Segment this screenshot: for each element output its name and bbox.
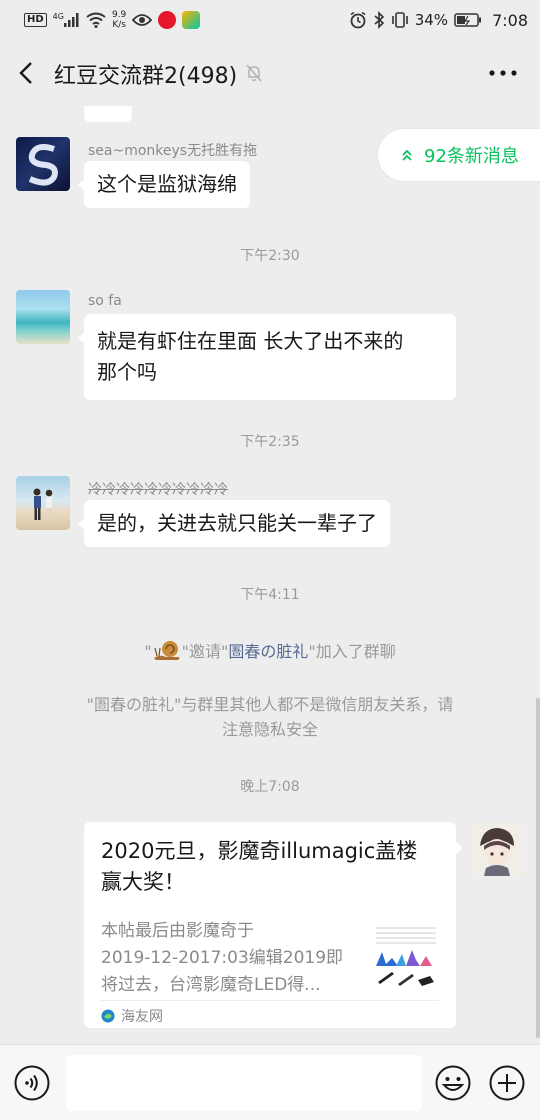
source-name: 海友网 xyxy=(121,1009,163,1025)
chat-area[interactable]: sea~monkeys无托胜有拖 这个是监狱海绵 92条新消息 下午2:30 s… xyxy=(0,106,540,1044)
status-left: HD 4G 9.9 K/s xyxy=(24,0,201,40)
plus-icon[interactable] xyxy=(489,1065,525,1101)
chat-scrollbar[interactable] xyxy=(536,698,540,1038)
avatar[interactable] xyxy=(16,290,70,344)
new-messages-button[interactable]: 92条新消息 xyxy=(377,128,540,182)
link-card-divider xyxy=(101,1000,439,1001)
network-speed: 9.9 K/s xyxy=(112,10,126,30)
speed-unit: K/s xyxy=(112,20,126,30)
double-chevron-up-icon xyxy=(402,149,412,161)
clock: 7:08 xyxy=(492,10,528,30)
timestamp: 下午2:30 xyxy=(240,248,300,264)
desc-line: 将过去，台湾影魔奇LED得... xyxy=(101,975,321,995)
message-line: 就是有虾住在里面 长大了出不来的 xyxy=(97,329,404,353)
link-card-title: 2020元旦，影魔奇illumagic盖楼 赢大奖！ xyxy=(101,836,441,898)
message-bubble[interactable]: 这个是监狱海绵 xyxy=(78,161,250,208)
system-text: 注意隐私安全 xyxy=(221,720,318,739)
wifi-icon xyxy=(86,12,106,28)
voice-icon[interactable] xyxy=(14,1065,50,1101)
system-text: "邀请" xyxy=(181,642,229,661)
desc-line: 2019-12-2017:03编辑2019即 xyxy=(101,948,344,968)
status-right: 34% 7:08 xyxy=(349,0,528,40)
sender-nickname: sea~monkeys无托胜有拖 xyxy=(88,143,258,159)
battery-icon xyxy=(454,13,482,27)
message-input[interactable] xyxy=(66,1055,422,1111)
chevron-left-icon[interactable] xyxy=(12,58,42,88)
network-type: 4G xyxy=(52,11,64,21)
hd-badge: HD xyxy=(24,13,47,27)
message-bubble[interactable]: 就是有虾住在里面 长大了出不来的 那个吗 xyxy=(78,314,456,400)
system-message-invite: " "邀请"圄春の脏礼"加入了群聊 xyxy=(40,636,500,664)
message-bubble[interactable]: 是的，关进去就只能关一辈子了 xyxy=(78,500,390,547)
partial-message-bubble[interactable] xyxy=(84,106,132,122)
invitee-name-link[interactable]: 圄春の脏礼 xyxy=(228,642,308,661)
status-bar: HD 4G 9.9 K/s 34% 7:08 xyxy=(0,0,540,40)
timestamp: 下午4:11 xyxy=(240,587,300,603)
more-dots-icon[interactable] xyxy=(488,63,518,83)
avatar-s-logo xyxy=(28,144,58,186)
link-card[interactable]: 2020元旦，影魔奇illumagic盖楼 赢大奖！ 本帖最后由影魔奇于 201… xyxy=(84,822,463,1028)
system-text: "加入了群聊 xyxy=(308,642,396,661)
link-card-thumbnail xyxy=(372,922,440,994)
link-card-description: 本帖最后由影魔奇于 2019-12-2017:03编辑2019即 将过去，台湾影… xyxy=(101,918,353,999)
alarm-icon xyxy=(350,11,366,29)
my-avatar[interactable] xyxy=(470,822,524,876)
snail-icon xyxy=(153,641,179,660)
sender-nickname: so fa xyxy=(88,293,122,309)
title-line: 2020元旦，影魔奇illumagic盖楼 xyxy=(101,839,418,863)
emoji-icon[interactable] xyxy=(435,1065,471,1101)
desc-line: 本帖最后由影魔奇于 xyxy=(101,921,254,941)
chat-header: 红豆交流群2(498) xyxy=(0,40,540,106)
system-text: " xyxy=(144,642,152,661)
bluetooth-icon xyxy=(374,11,384,29)
avatar-couple-figure xyxy=(33,488,53,520)
sender-nickname: 冷冷冷冷冷冷冷冷冷冷 xyxy=(88,482,228,498)
video-app-icon xyxy=(182,11,201,29)
message-line: 那个吗 xyxy=(97,360,157,384)
weibo-icon xyxy=(158,11,177,29)
timestamp: 下午2:35 xyxy=(240,434,300,450)
input-bar xyxy=(0,1044,540,1120)
system-text: "圄春の脏礼"与群里其他人都不是微信朋友关系，请 xyxy=(86,695,454,714)
avatar[interactable] xyxy=(16,137,70,191)
link-card-source: 海友网 xyxy=(101,1006,163,1026)
avatar-anime-boy xyxy=(480,828,514,876)
battery-percent: 34% xyxy=(414,11,449,29)
speed-value: 9.9 xyxy=(111,10,127,20)
avatar[interactable] xyxy=(16,476,70,530)
eye-icon xyxy=(132,14,153,26)
title-line: 赢大奖！ xyxy=(101,870,185,894)
signal-icon xyxy=(63,13,79,27)
chat-title: 红豆交流群2(498) xyxy=(54,64,238,89)
mute-bell-icon xyxy=(246,64,262,82)
system-message-privacy: "圄春の脏礼"与群里其他人都不是微信朋友关系，请 注意隐私安全 xyxy=(40,692,500,742)
source-logo-icon xyxy=(101,1009,115,1023)
timestamp: 晚上7:08 xyxy=(240,779,300,795)
vibrate-icon xyxy=(391,12,408,28)
new-messages-label: 92条新消息 xyxy=(424,146,519,167)
